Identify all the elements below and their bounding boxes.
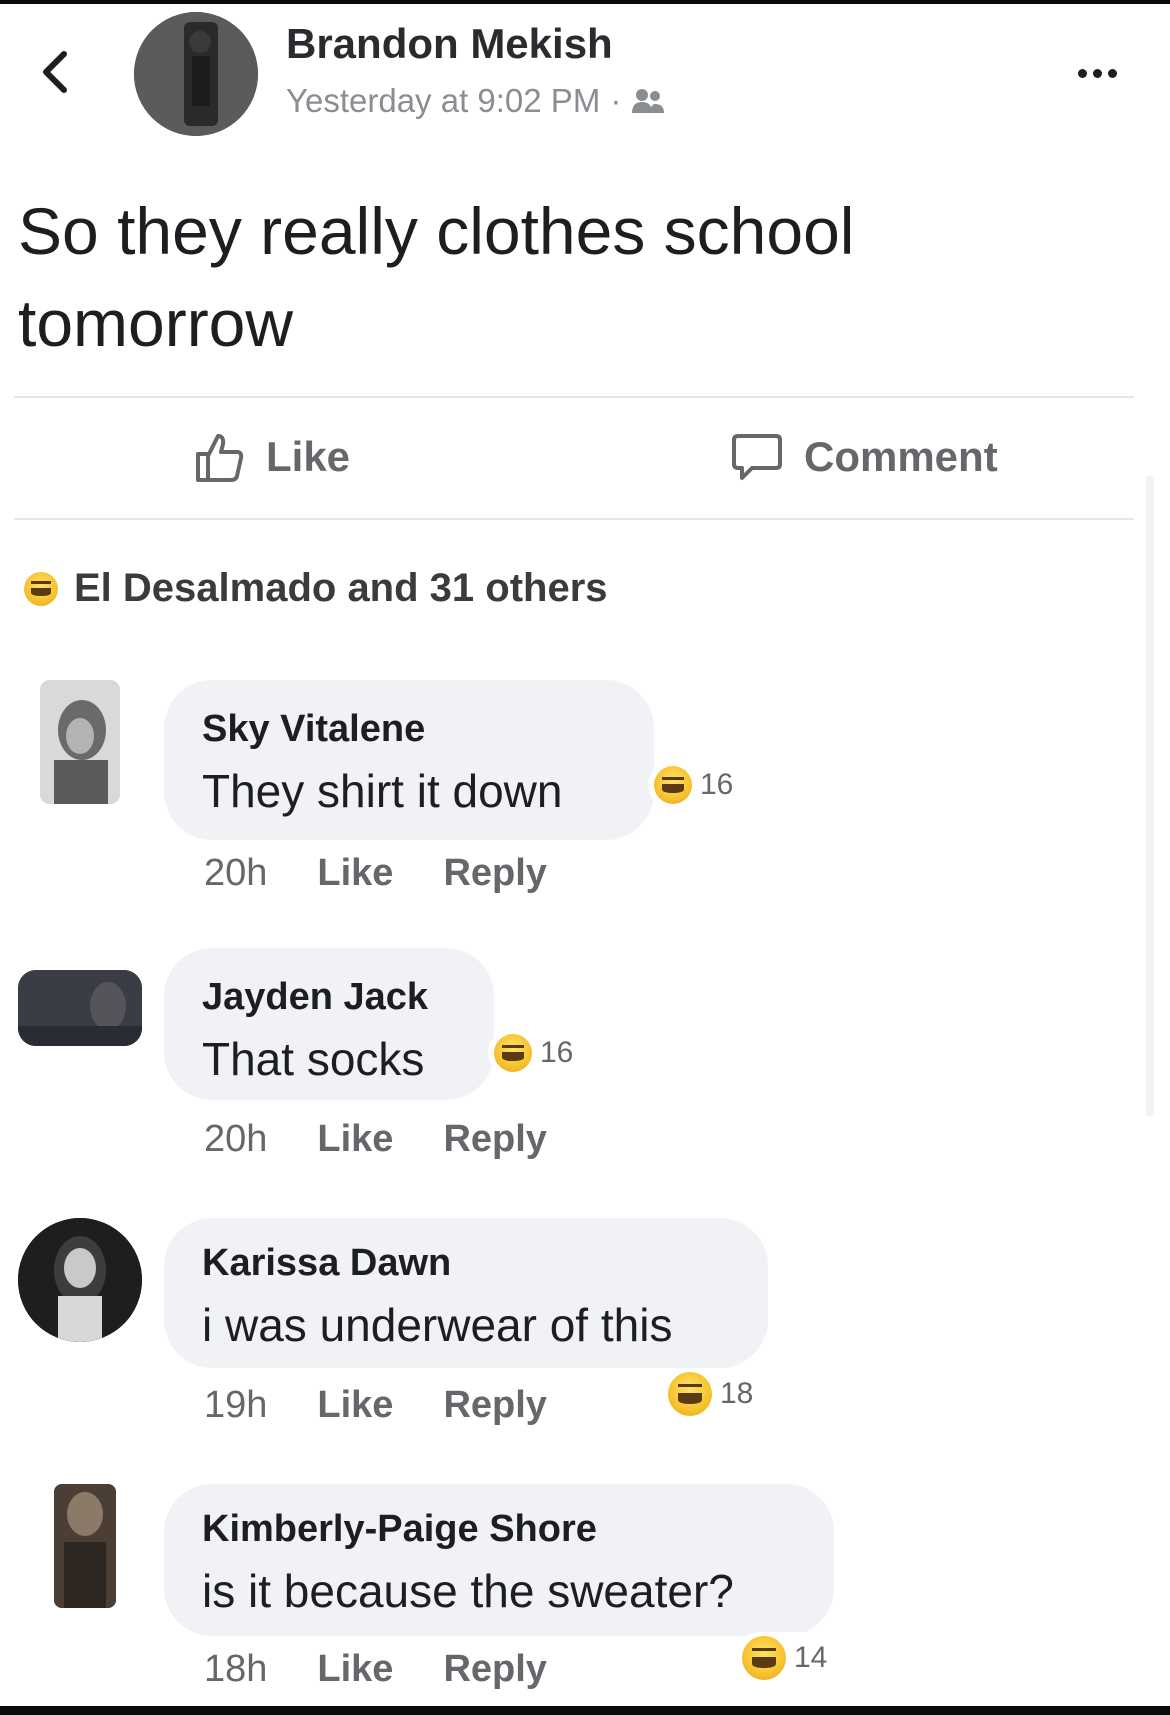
divider — [14, 396, 1134, 398]
haha-icon — [668, 1372, 712, 1416]
commenter-avatar[interactable] — [54, 1484, 116, 1608]
bottom-border — [0, 1706, 1170, 1715]
comment-icon — [732, 434, 782, 480]
commenter-name[interactable]: Sky Vitalene — [202, 708, 425, 751]
comment-time[interactable]: 18h — [204, 1648, 267, 1691]
reaction-count: 14 — [794, 1641, 828, 1674]
comment-actions: 19h Like Reply — [204, 1384, 547, 1427]
comment-label: Comment — [804, 433, 998, 480]
more-options-button[interactable] — [1068, 58, 1126, 88]
comment-text: That socks — [202, 1033, 425, 1085]
meta-separator: · — [610, 82, 622, 119]
reactions-summary[interactable]: El Desalmado and 31 others — [24, 566, 608, 611]
commenter-avatar[interactable] — [18, 1218, 142, 1342]
haha-icon — [494, 1034, 532, 1072]
commenter-name[interactable]: Jayden Jack — [202, 976, 428, 1019]
thumbs-up-icon — [196, 434, 244, 482]
comment-reply-button[interactable]: Reply — [443, 1648, 546, 1691]
scrollbar[interactable] — [1146, 476, 1154, 1116]
comment-actions: 20h Like Reply — [204, 1118, 547, 1161]
comment-time[interactable]: 19h — [204, 1384, 267, 1427]
comment-reactions[interactable]: 14 — [736, 1632, 838, 1684]
divider — [14, 518, 1134, 520]
comment-text: They shirt it down — [202, 765, 563, 817]
more-dot-icon — [1092, 68, 1102, 78]
top-border — [0, 0, 1170, 4]
commenter-name[interactable]: Kimberly-Paige Shore — [202, 1508, 597, 1551]
comment-like-button[interactable]: Like — [317, 1118, 393, 1161]
like-button[interactable]: Like — [192, 422, 350, 492]
poster-name[interactable]: Brandon Mekish — [286, 20, 613, 68]
back-button[interactable] — [34, 44, 76, 100]
post-meta: Yesterday at 9:02 PM · — [286, 82, 665, 120]
comment-like-button[interactable]: Like — [317, 1384, 393, 1427]
comment-reactions[interactable]: 18 — [662, 1368, 764, 1420]
comment-text: is it because the sweater? — [202, 1565, 734, 1617]
comment-text: i was underwear of this — [202, 1299, 673, 1351]
haha-icon — [654, 766, 692, 804]
commenter-avatar[interactable] — [40, 680, 120, 804]
commenter-avatar[interactable] — [18, 970, 142, 1046]
comment-time[interactable]: 20h — [204, 852, 267, 895]
comment-time[interactable]: 20h — [204, 1118, 267, 1161]
haha-icon — [24, 571, 58, 606]
chevron-left-icon — [43, 51, 67, 93]
poster-avatar[interactable] — [134, 12, 258, 136]
haha-icon — [742, 1636, 786, 1680]
comment-reactions[interactable]: 16 — [648, 762, 744, 808]
reaction-count: 16 — [700, 768, 734, 801]
more-dot-icon — [1107, 68, 1117, 78]
comment-reply-button[interactable]: Reply — [443, 1384, 546, 1427]
comment-like-button[interactable]: Like — [317, 1648, 393, 1691]
comment-reply-button[interactable]: Reply — [443, 1118, 546, 1161]
reaction-count: 18 — [720, 1377, 754, 1410]
comment-reply-button[interactable]: Reply — [443, 852, 546, 895]
like-label: Like — [266, 433, 351, 480]
friends-icon — [632, 89, 665, 113]
more-dot-icon — [1077, 68, 1087, 78]
post-text: So they really clothes school tomorrow — [18, 194, 855, 360]
reaction-count: 16 — [540, 1036, 574, 1069]
commenter-name[interactable]: Karissa Dawn — [202, 1242, 451, 1285]
comment-actions: 18h Like Reply — [204, 1648, 547, 1691]
comment-button[interactable]: Comment — [730, 422, 998, 492]
comment-actions: 20h Like Reply — [204, 852, 547, 895]
comment-reactions[interactable]: 16 — [488, 1030, 584, 1076]
post-timestamp[interactable]: Yesterday at 9:02 PM — [286, 82, 600, 120]
comment-like-button[interactable]: Like — [317, 852, 393, 895]
reactions-summary-text: El Desalmado and 31 others — [74, 566, 608, 610]
